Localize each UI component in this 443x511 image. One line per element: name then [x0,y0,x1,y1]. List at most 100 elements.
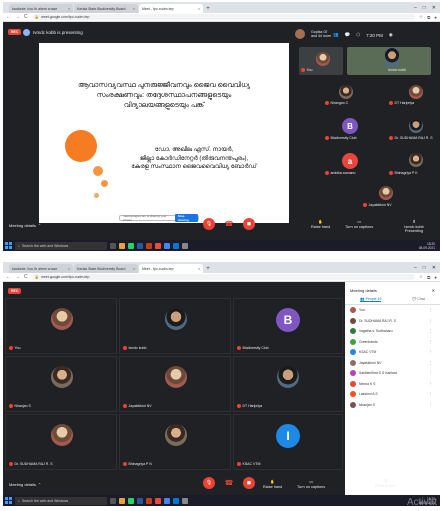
presenting-button[interactable]: ⬆ Ismdc kobb Presenting [395,219,433,233]
tab-close-icon[interactable]: × [133,7,135,11]
list-item[interactable]: KSAC VTM ⋮ [345,347,440,358]
tab-close-icon[interactable]: × [68,7,70,11]
forward-icon[interactable]: → [15,274,20,280]
list-item[interactable]: You ⋮ [345,305,440,316]
raise-hand-button[interactable]: ✋ Raise hand [311,219,330,229]
account-icon[interactable]: ◉ [389,32,393,38]
present-now-button[interactable]: ⬆ Present now [375,478,396,488]
powerpoint-icon[interactable] [146,497,152,504]
chrome-icon[interactable] [164,242,170,249]
tab-people[interactable]: 👥 People 49 [360,297,382,302]
edge-icon[interactable] [173,242,179,249]
tab-close-icon[interactable]: × [68,267,70,271]
minimize-icon[interactable]: – [414,265,417,271]
meeting-details-button[interactable]: Meeting details ⌃ [9,223,41,228]
camera-toggle-button[interactable]: ◼ [243,477,255,489]
list-item[interactable]: Lakshmi A S ⋮ [345,389,440,400]
close-icon[interactable]: ✕ [432,288,435,293]
profile-icon[interactable]: ● [434,275,437,280]
new-tab-button[interactable]: + [204,4,212,13]
task-view-icon[interactable] [110,497,116,504]
taskbar-search[interactable]: ⌕ Search the web and Windows [15,241,107,250]
tab-chat[interactable]: 💬 Chat [412,297,425,302]
task-view-icon[interactable] [110,242,116,249]
app-icon[interactable] [182,242,188,249]
taskbar-search[interactable]: ⌕ Search the web and Windows [15,496,107,505]
stop-sharing-button[interactable]: Stop sharing [174,214,198,222]
chat-icon[interactable]: 💬 [345,32,351,38]
more-icon[interactable]: ⋮ [429,361,435,365]
whatsapp-icon[interactable] [128,242,134,249]
app-icon[interactable] [155,242,161,249]
more-icon[interactable]: ⋮ [429,329,435,333]
file-explorer-icon[interactable] [119,497,125,504]
camera-toggle-button[interactable]: ◼ [243,218,255,230]
list-item[interactable]: Greenhands ⋮ [345,337,440,348]
mic-toggle-button[interactable]: 🎙 [203,218,215,230]
hang-up-button[interactable]: ☎ [223,477,235,489]
list-item[interactable]: Dr. SUDHAMA RAJ R. S ⋮ [345,316,440,327]
back-icon[interactable]: ← [6,14,11,20]
more-icon[interactable]: ⋮ [429,350,435,354]
mic-toggle-button[interactable]: 🎙 [203,477,215,489]
reload-icon[interactable]: C [24,274,28,280]
chrome-icon[interactable] [164,497,170,504]
system-tray-clock[interactable]: 18:20 08-09-2021 [419,242,438,250]
powerpoint-icon[interactable] [146,242,152,249]
minimize-icon[interactable]: – [414,5,417,11]
more-icon[interactable]: ⋮ [429,392,435,396]
captions-button[interactable]: ▭ Turn on captions [297,479,325,489]
edge-icon[interactable] [173,497,179,504]
app-icon[interactable] [182,497,188,504]
maximize-icon[interactable]: □ [423,265,426,271]
close-window-icon[interactable]: ✕ [432,265,436,271]
word-icon[interactable] [137,242,143,249]
star-icon[interactable]: ☆ [419,274,423,280]
windows-start-icon[interactable] [5,497,12,504]
browser-tab[interactable]: Kerala State Biodiversity Board × [74,264,138,273]
more-icon[interactable]: ⋮ [429,403,435,407]
list-item[interactable]: Jayakkikrol NV ⋮ [345,358,440,369]
more-icon[interactable]: ⋮ [429,371,435,375]
windows-start-icon[interactable] [5,242,12,249]
back-icon[interactable]: ← [6,274,11,280]
browser-tab-active[interactable]: Meet - fpo-xudm-tep × [139,264,203,273]
forward-icon[interactable]: → [15,14,20,20]
app-icon[interactable] [155,497,161,504]
word-icon[interactable] [137,497,143,504]
more-icon[interactable]: ⋮ [429,382,435,386]
tab-close-icon[interactable]: × [198,267,200,271]
hang-up-button[interactable]: ☎ [223,218,235,230]
browser-tab[interactable]: Kerala State Biodiversity Board × [74,4,138,13]
file-explorer-icon[interactable] [119,242,125,249]
close-window-icon[interactable]: ✕ [432,5,436,11]
list-item[interactable]: Vagatha s. Sudhaharu ⋮ [345,326,440,337]
browser-tab-active[interactable]: Meet - fpo-xudm-tep × [139,4,203,13]
more-icon[interactable]: ⋮ [429,319,435,323]
reload-icon[interactable]: C [24,14,28,20]
profile-icon[interactable]: ● [434,15,437,20]
list-item[interactable]: Sakthimithra S S Karilara ⋮ [345,368,440,379]
maximize-icon[interactable]: □ [423,5,426,11]
extensions-icon[interactable]: ⧉ [427,275,430,280]
more-icon[interactable]: ⋮ [429,340,435,344]
tab-close-icon[interactable]: × [198,7,200,11]
url-field[interactable]: 🔒 meet.google.com/fpo-xudm-tep [31,14,416,20]
participant-name: Dr. SUDHAMA RAJ R. S [389,136,433,140]
whatsapp-icon[interactable] [128,497,134,504]
browser-tab[interactable]: kaufonte: hou th ahem cruwe × [9,264,73,273]
captions-button[interactable]: ▭ Turn on captions [345,219,373,229]
tab-close-icon[interactable]: × [133,267,135,271]
url-field[interactable]: 🔒 meet.google.com/fpo-xudm-tep [31,274,416,280]
extensions-icon[interactable]: ⧉ [427,15,430,20]
browser-tab[interactable]: kaufonte: hou th ahem cruwe × [9,4,73,13]
meeting-details-button[interactable]: Meeting details ⌃ [9,482,41,487]
list-item[interactable]: Nenna K S ⋮ [345,379,440,390]
new-tab-button[interactable]: + [204,264,212,273]
people-icon[interactable]: 👥 [333,32,339,38]
activities-icon[interactable]: ⬡ [356,32,360,38]
list-item[interactable]: Niranjan S ⋮ [345,400,440,411]
star-icon[interactable]: ☆ [419,14,423,20]
more-icon[interactable]: ⋮ [429,308,435,312]
raise-hand-button[interactable]: ✋ Raise hand [263,479,282,489]
